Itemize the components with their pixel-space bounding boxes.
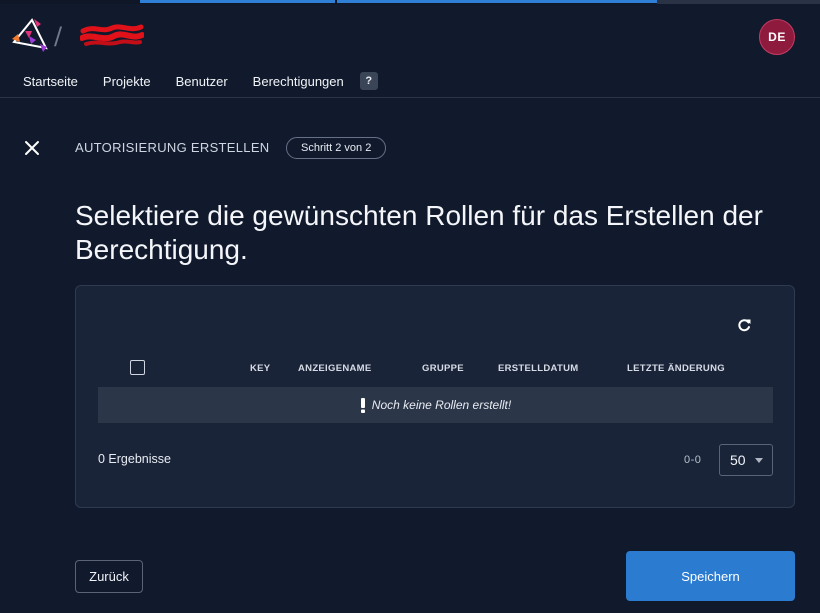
close-icon[interactable]	[24, 140, 40, 156]
nav-item-benutzer[interactable]: Benutzer	[176, 74, 228, 89]
results-count: 0 Ergebnisse	[98, 452, 171, 466]
page-size-select[interactable]: 50	[719, 444, 773, 476]
page-headline: Selektiere die gewünschten Rollen für da…	[75, 200, 763, 265]
step-badge: Schritt 2 von 2	[286, 137, 387, 159]
main-nav: Startseite Projekte Benutzer Berechtigun…	[23, 72, 378, 90]
nav-item-projekte[interactable]: Projekte	[103, 74, 151, 89]
column-header-letzte-aenderung[interactable]: LETZTE ÄNDERUNG	[627, 363, 725, 374]
column-header-erstelldatum[interactable]: ERSTELLDATUM	[498, 363, 578, 374]
breadcrumb-separator: /	[54, 22, 63, 50]
refresh-icon[interactable]	[736, 317, 752, 333]
empty-table-row: Noch keine Rollen erstellt!	[98, 387, 773, 423]
nav-item-berechtigungen[interactable]: Berechtigungen	[253, 74, 344, 89]
column-header-anzeigename[interactable]: ANZEIGENAME	[298, 363, 372, 374]
back-button[interactable]: Zurück	[75, 560, 143, 593]
pagination-range: 0-0	[684, 454, 702, 466]
brand-logo-icon[interactable]	[10, 18, 48, 54]
table-header: KEY ANZEIGENAME GRUPPE ERSTELLDATUM LETZ…	[98, 358, 774, 386]
user-avatar[interactable]: DE	[759, 19, 795, 55]
column-header-key[interactable]: KEY	[250, 363, 270, 374]
roles-table-card: KEY ANZEIGENAME GRUPPE ERSTELLDATUM LETZ…	[75, 285, 795, 508]
chevron-down-icon	[755, 458, 763, 463]
select-all-checkbox[interactable]	[130, 360, 145, 375]
app-header: / DE Startseite Projekte Benutzer Berech…	[0, 0, 820, 98]
save-button[interactable]: Speichern	[626, 551, 795, 601]
empty-message: Noch keine Rollen erstellt!	[371, 398, 512, 412]
exclamation-icon	[360, 397, 365, 413]
org-name-redacted[interactable]	[80, 23, 144, 49]
nav-item-startseite[interactable]: Startseite	[23, 74, 78, 89]
help-badge[interactable]: ?	[359, 72, 378, 90]
flow-title: AUTORISIERUNG ERSTELLEN	[75, 140, 270, 155]
page-size-value: 50	[730, 452, 746, 468]
column-header-gruppe[interactable]: GRUPPE	[422, 363, 464, 374]
